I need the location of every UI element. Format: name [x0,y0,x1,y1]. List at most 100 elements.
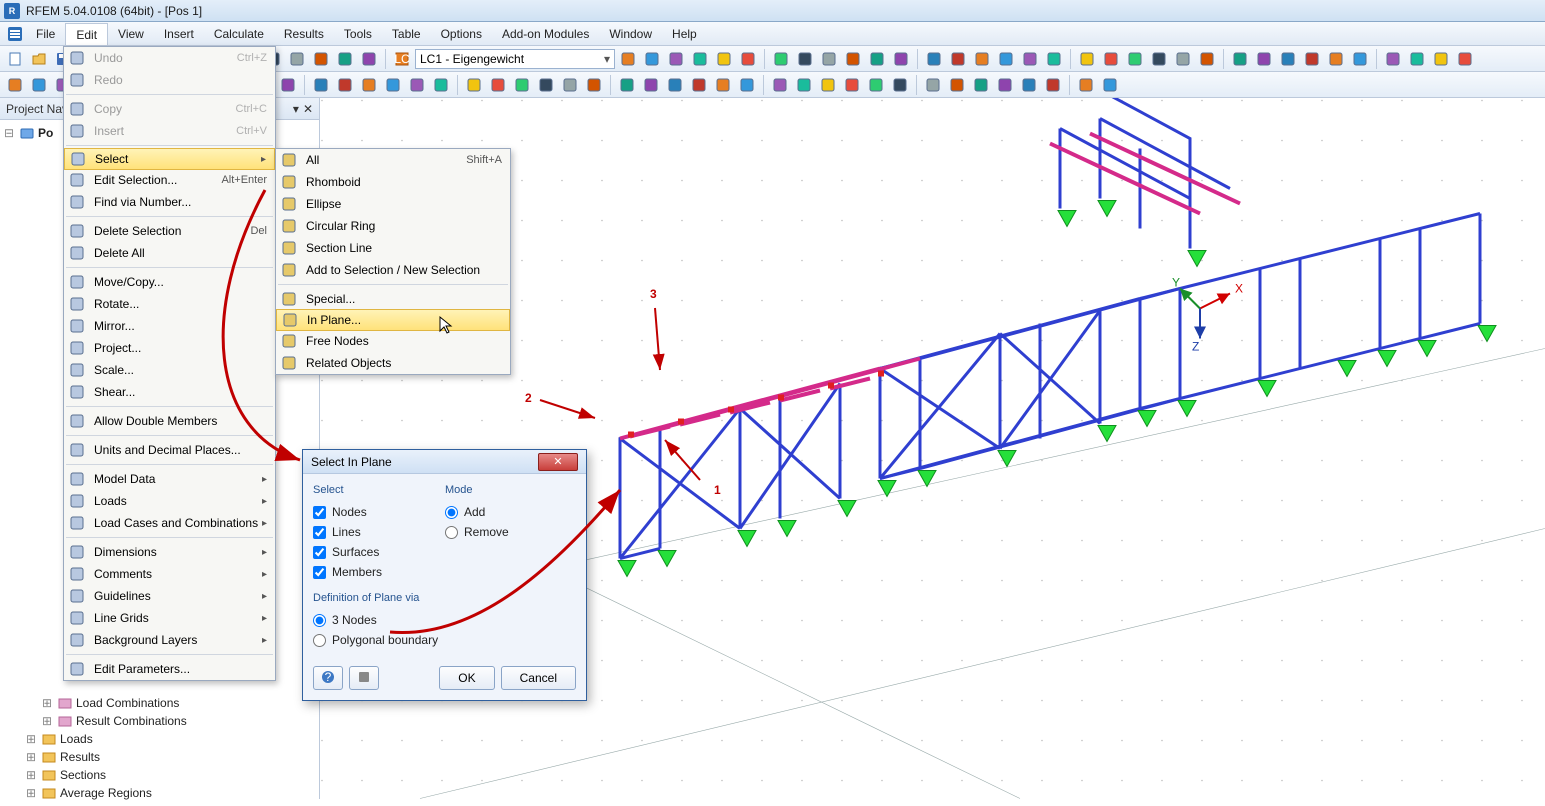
radio-3nodes[interactable]: 3 Nodes [313,610,576,630]
menuitem-rotate-[interactable]: Rotate... [64,293,275,315]
menu-edit[interactable]: Edit [65,23,108,45]
toolbar-icon[interactable] [946,74,968,96]
toolbar-icon[interactable] [310,48,332,70]
toolbar-icon[interactable] [947,48,969,70]
toolbar-icon[interactable] [664,74,686,96]
cancel-button[interactable]: Cancel [501,666,576,690]
menu-tools[interactable]: Tools [334,22,382,45]
menuitem-move-copy-[interactable]: Move/Copy... [64,271,275,293]
menu-insert[interactable]: Insert [154,22,204,45]
menuitem-redo[interactable]: Redo [64,69,275,91]
toolbar-icon[interactable] [559,74,581,96]
menu-view[interactable]: View [108,22,154,45]
submenuitem-section-line[interactable]: Section Line [276,237,510,259]
toolbar-icon[interactable] [665,48,687,70]
toolbar-icon[interactable] [1325,48,1347,70]
menuitem-loads[interactable]: Loads▸ [64,490,275,512]
menuitem-scale-[interactable]: Scale... [64,359,275,381]
toolbar-icon[interactable] [1100,48,1122,70]
toolbar-icon[interactable] [406,74,428,96]
toolbar-icon[interactable] [1172,48,1194,70]
toolbar-icon[interactable] [616,74,638,96]
toolbar-icon[interactable] [1382,48,1404,70]
menuitem-delete-all[interactable]: Delete All [64,242,275,264]
toolbar-icon[interactable] [358,48,380,70]
menuitem-copy[interactable]: CopyCtrl+C [64,98,275,120]
dialog-titlebar[interactable]: Select In Plane ✕ [303,450,586,474]
menuitem-shear-[interactable]: Shear... [64,381,275,403]
toolbar-icon[interactable] [995,48,1017,70]
menuitem-edit-selection-[interactable]: Edit Selection...Alt+Enter [64,169,275,191]
toolbar-icon[interactable] [841,74,863,96]
toolbar-icon[interactable] [1019,48,1041,70]
tree-item[interactable]: Loads [60,732,93,746]
toolbar-icon[interactable] [688,74,710,96]
menuitem-line-grids[interactable]: Line Grids▸ [64,607,275,629]
toolbar-icon[interactable] [1301,48,1323,70]
menuitem-find-via-number-[interactable]: Find via Number... [64,191,275,213]
menu-help[interactable]: Help [662,22,707,45]
toolbar-icon[interactable] [334,74,356,96]
toolbar-icon[interactable] [890,48,912,70]
submenuitem-ellipse[interactable]: Ellipse [276,193,510,215]
toolbar-icon[interactable] [4,74,26,96]
toolbar-icon[interactable] [1430,48,1452,70]
toolbar-icon[interactable] [382,74,404,96]
menuitem-insert[interactable]: InsertCtrl+V [64,120,275,142]
menuitem-project-[interactable]: Project... [64,337,275,359]
toolbar-icon[interactable] [922,74,944,96]
settings-button[interactable] [349,666,379,690]
menu-window[interactable]: Window [599,22,662,45]
submenuitem-related-objects[interactable]: Related Objects [276,352,510,374]
toolbar-icon[interactable] [487,74,509,96]
submenuitem-all[interactable]: AllShift+A [276,149,510,171]
submenuitem-circular-ring[interactable]: Circular Ring [276,215,510,237]
toolbar-icon[interactable] [535,74,557,96]
toolbar-icon[interactable] [617,48,639,70]
toolbar-icon[interactable] [994,74,1016,96]
menuitem-guidelines[interactable]: Guidelines▸ [64,585,275,607]
menuitem-units-and-decimal-places-[interactable]: Units and Decimal Places... [64,439,275,461]
pin-icon[interactable]: ▾ [293,102,299,116]
loadcase-combo[interactable]: LC1 - Eigengewicht ▾ [415,49,615,69]
menu-table[interactable]: Table [382,22,431,45]
toolbar-icon[interactable] [1148,48,1170,70]
ok-button[interactable]: OK [439,666,494,690]
app-menu-button[interactable] [4,22,26,45]
menu-calculate[interactable]: Calculate [204,22,274,45]
menuitem-select[interactable]: Select▸ [64,148,275,170]
toolbar-icon[interactable] [310,74,332,96]
toolbar-icon[interactable] [1196,48,1218,70]
toolbar-icon[interactable] [1099,74,1121,96]
tree-item[interactable]: Results [60,750,100,764]
menuitem-edit-parameters-[interactable]: Edit Parameters... [64,658,275,680]
toolbar-icon[interactable] [923,48,945,70]
toolbar-icon[interactable] [640,74,662,96]
toolbar-icon[interactable] [1277,48,1299,70]
toolbar-icon[interactable] [970,74,992,96]
toolbar-icon[interactable] [463,74,485,96]
open-icon[interactable] [28,48,50,70]
submenuitem-rhomboid[interactable]: Rhomboid [276,171,510,193]
toolbar-icon[interactable] [583,74,605,96]
toolbar-icon[interactable] [865,74,887,96]
toolbar-icon[interactable] [889,74,911,96]
toolbar-icon[interactable] [1229,48,1251,70]
toolbar-icon[interactable] [1406,48,1428,70]
toolbar-icon[interactable] [1454,48,1476,70]
menuitem-comments[interactable]: Comments▸ [64,563,275,585]
menu-file[interactable]: File [26,22,65,45]
toolbar-icon[interactable] [794,48,816,70]
toolbar-icon[interactable] [713,48,735,70]
menu-addon[interactable]: Add-on Modules [492,22,599,45]
toolbar-icon[interactable] [770,48,792,70]
toolbar-icon[interactable] [334,48,356,70]
toolbar-icon[interactable] [817,74,839,96]
tree-item[interactable]: Load Combinations [76,696,179,710]
menuitem-delete-selection[interactable]: Delete SelectionDel [64,220,275,242]
toolbar-icon[interactable] [842,48,864,70]
submenuitem-add-to-selection-new-selection[interactable]: Add to Selection / New Selection [276,259,510,281]
menuitem-allow-double-members[interactable]: Allow Double Members [64,410,275,432]
radio-polygonal[interactable]: Polygonal boundary [313,630,576,650]
toolbar-icon[interactable] [277,74,299,96]
